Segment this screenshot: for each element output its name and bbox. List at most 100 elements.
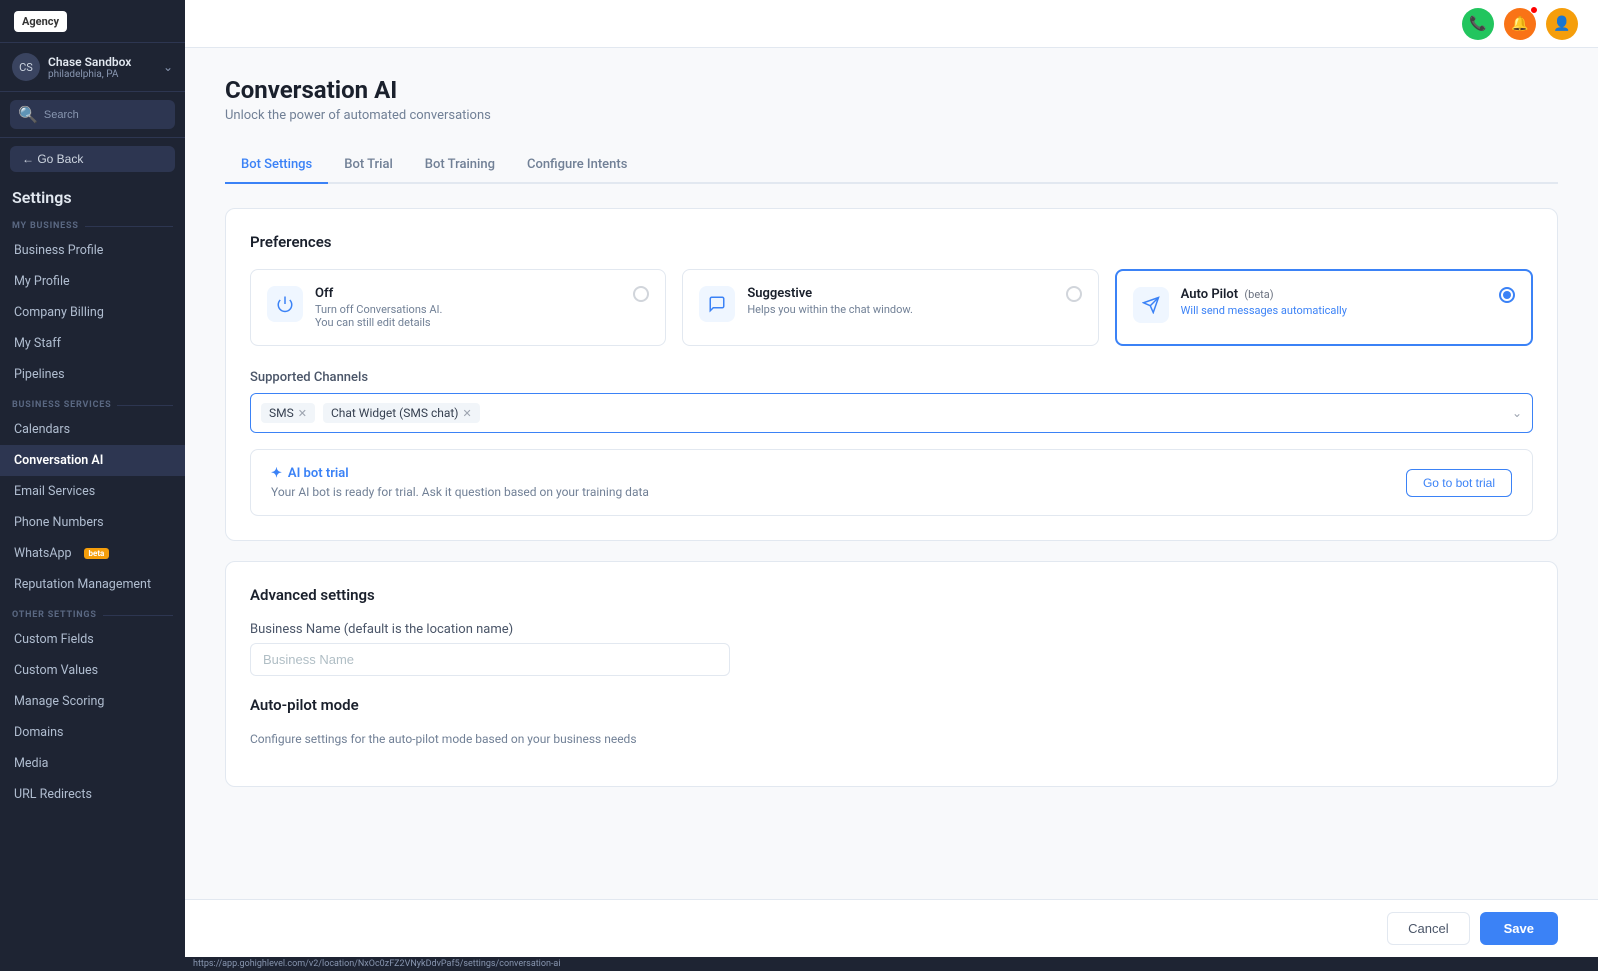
channels-dropdown-icon[interactable]: ⌄ bbox=[1512, 406, 1522, 420]
tab-bot-training[interactable]: Bot Training bbox=[409, 147, 511, 184]
pref-suggestive-content: Suggestive Helps you within the chat win… bbox=[747, 286, 1053, 316]
sidebar-item-phone-numbers[interactable]: Phone Numbers bbox=[0, 507, 185, 538]
pref-autopilot-icon bbox=[1133, 287, 1169, 323]
advanced-settings-title: Advanced settings bbox=[250, 586, 1533, 604]
pref-off-desc1: Turn off Conversations AI. bbox=[315, 303, 621, 316]
go-to-bot-trial-button[interactable]: Go to bot trial bbox=[1406, 469, 1512, 497]
phone-icon-button[interactable]: 📞 bbox=[1462, 8, 1494, 40]
content-area: Conversation AI Unlock the power of auto… bbox=[185, 48, 1598, 899]
footer-bar: Cancel Save bbox=[185, 899, 1598, 957]
account-location: philadelphia, PA bbox=[48, 69, 155, 80]
sidebar-item-conversation-ai[interactable]: Conversation AI bbox=[0, 445, 185, 476]
topbar: 📞 🔔 👤 bbox=[185, 0, 1598, 48]
preferences-title: Preferences bbox=[250, 233, 1533, 251]
page-header: Conversation AI Unlock the power of auto… bbox=[225, 76, 1558, 123]
sidebar-item-url-redirects[interactable]: URL Redirects bbox=[0, 779, 185, 810]
user-avatar-button[interactable]: 👤 bbox=[1546, 8, 1578, 40]
avatar: CS bbox=[12, 53, 40, 81]
autopilot-mode-section: Auto-pilot mode Configure settings for t… bbox=[250, 696, 1533, 746]
section-label-other-settings: OTHER SETTINGS bbox=[0, 600, 185, 624]
sidebar-item-whatsapp[interactable]: WhatsApp beta bbox=[0, 538, 185, 569]
search-icon: 🔍 bbox=[18, 105, 38, 124]
sidebar-section-my-business: MY BUSINESS Business Profile My Profile … bbox=[0, 211, 185, 390]
section-label-my-business: MY BUSINESS bbox=[0, 211, 185, 235]
remove-chat-widget-button[interactable]: ✕ bbox=[462, 407, 471, 420]
channels-input[interactable]: SMS ✕ Chat Widget (SMS chat) ✕ ⌄ bbox=[250, 393, 1533, 433]
sidebar-item-my-profile[interactable]: My Profile bbox=[0, 266, 185, 297]
tab-configure-intents[interactable]: Configure Intents bbox=[511, 147, 643, 184]
page-subtitle: Unlock the power of automated conversati… bbox=[225, 108, 1558, 123]
pref-suggestive-desc1: Helps you within the chat window. bbox=[747, 303, 1053, 316]
go-back-button[interactable]: ← Go Back bbox=[10, 146, 175, 172]
business-name-input[interactable] bbox=[250, 643, 730, 676]
sidebar-item-calendars[interactable]: Calendars bbox=[0, 414, 185, 445]
cancel-button[interactable]: Cancel bbox=[1387, 912, 1469, 945]
pref-autopilot-desc1: Will send messages automatically bbox=[1181, 304, 1487, 317]
advanced-settings-card: Advanced settings Business Name (default… bbox=[225, 561, 1558, 787]
status-bar: https://app.gohighlevel.com/v2/location/… bbox=[185, 957, 1598, 971]
autopilot-mode-title: Auto-pilot mode bbox=[250, 696, 1533, 714]
chevron-icon: ⌄ bbox=[163, 60, 173, 74]
pref-autopilot-radio[interactable] bbox=[1499, 287, 1515, 303]
pref-off-title: Off bbox=[315, 286, 621, 301]
page-title: Conversation AI bbox=[225, 76, 1558, 104]
sidebar-item-custom-fields[interactable]: Custom Fields bbox=[0, 624, 185, 655]
ai-trial-info: ✦ AI bot trial Your AI bot is ready for … bbox=[271, 466, 649, 499]
tab-bot-trial[interactable]: Bot Trial bbox=[328, 147, 409, 184]
channels-label: Supported Channels bbox=[250, 370, 1533, 385]
pref-autopilot-content: Auto Pilot (beta) Will send messages aut… bbox=[1181, 287, 1487, 317]
tabs-bar: Bot Settings Bot Trial Bot Training Conf… bbox=[225, 147, 1558, 184]
pref-suggestive-title: Suggestive bbox=[747, 286, 1053, 301]
sidebar-item-manage-scoring[interactable]: Manage Scoring bbox=[0, 686, 185, 717]
notification-dot bbox=[1530, 6, 1538, 14]
save-button[interactable]: Save bbox=[1480, 912, 1558, 945]
pref-suggestive-radio[interactable] bbox=[1066, 286, 1082, 302]
ai-trial-description: Your AI bot is ready for trial. Ask it q… bbox=[271, 485, 649, 499]
business-name-field-group: Business Name (default is the location n… bbox=[250, 622, 1533, 676]
ai-bot-trial-section: ✦ AI bot trial Your AI bot is ready for … bbox=[250, 449, 1533, 516]
pref-autopilot-title: Auto Pilot (beta) bbox=[1181, 287, 1487, 302]
autopilot-beta-label: (beta) bbox=[1244, 288, 1273, 301]
search-input[interactable] bbox=[44, 109, 185, 121]
logo-text: Agency bbox=[14, 11, 67, 32]
sidebar-section-business-services: BUSINESS SERVICES Calendars Conversation… bbox=[0, 390, 185, 600]
sidebar-account[interactable]: CS Chase Sandbox philadelphia, PA ⌄ bbox=[0, 43, 185, 92]
sidebar-logo: Agency bbox=[0, 0, 185, 43]
sidebar-item-media[interactable]: Media bbox=[0, 748, 185, 779]
sidebar-item-my-staff[interactable]: My Staff bbox=[0, 328, 185, 359]
pref-suggestive-icon bbox=[699, 286, 735, 322]
business-name-label: Business Name (default is the location n… bbox=[250, 622, 1533, 637]
sidebar-search-area: 🔍 ⌘K + bbox=[0, 92, 185, 138]
sidebar-item-pipelines[interactable]: Pipelines bbox=[0, 359, 185, 390]
pref-off-radio[interactable] bbox=[633, 286, 649, 302]
whatsapp-beta-badge: beta bbox=[84, 548, 110, 559]
pref-off-icon bbox=[267, 286, 303, 322]
sidebar: Agency CS Chase Sandbox philadelphia, PA… bbox=[0, 0, 185, 971]
main-content: 📞 🔔 👤 Conversation AI Unlock the power o… bbox=[185, 0, 1598, 971]
pref-option-suggestive[interactable]: Suggestive Helps you within the chat win… bbox=[682, 269, 1098, 346]
tab-bot-settings[interactable]: Bot Settings bbox=[225, 147, 328, 184]
autopilot-mode-desc: Configure settings for the auto-pilot mo… bbox=[250, 732, 1533, 746]
pref-off-content: Off Turn off Conversations AI. You can s… bbox=[315, 286, 621, 329]
remove-sms-button[interactable]: ✕ bbox=[298, 407, 307, 420]
sidebar-item-business-profile[interactable]: Business Profile bbox=[0, 235, 185, 266]
account-name: Chase Sandbox bbox=[48, 55, 155, 69]
search-box[interactable]: 🔍 ⌘K + bbox=[10, 100, 175, 129]
pref-option-auto-pilot[interactable]: Auto Pilot (beta) Will send messages aut… bbox=[1115, 269, 1533, 346]
account-info: Chase Sandbox philadelphia, PA bbox=[48, 55, 155, 80]
sidebar-item-reputation-management[interactable]: Reputation Management bbox=[0, 569, 185, 600]
sidebar-item-custom-values[interactable]: Custom Values bbox=[0, 655, 185, 686]
channel-tag-chat-widget: Chat Widget (SMS chat) ✕ bbox=[323, 403, 480, 423]
preferences-card: Preferences Off Turn off Conversations A… bbox=[225, 208, 1558, 541]
sidebar-item-email-services[interactable]: Email Services bbox=[0, 476, 185, 507]
pref-option-off[interactable]: Off Turn off Conversations AI. You can s… bbox=[250, 269, 666, 346]
preference-options: Off Turn off Conversations AI. You can s… bbox=[250, 269, 1533, 346]
sidebar-item-company-billing[interactable]: Company Billing bbox=[0, 297, 185, 328]
ai-trial-icon: ✦ bbox=[271, 466, 282, 481]
sidebar-section-other-settings: OTHER SETTINGS Custom Fields Custom Valu… bbox=[0, 600, 185, 810]
ai-trial-title: ✦ AI bot trial bbox=[271, 466, 649, 481]
sidebar-item-domains[interactable]: Domains bbox=[0, 717, 185, 748]
pref-off-desc2: You can still edit details bbox=[315, 316, 621, 329]
channel-tag-sms: SMS ✕ bbox=[261, 403, 315, 423]
notification-bell-button[interactable]: 🔔 bbox=[1504, 8, 1536, 40]
